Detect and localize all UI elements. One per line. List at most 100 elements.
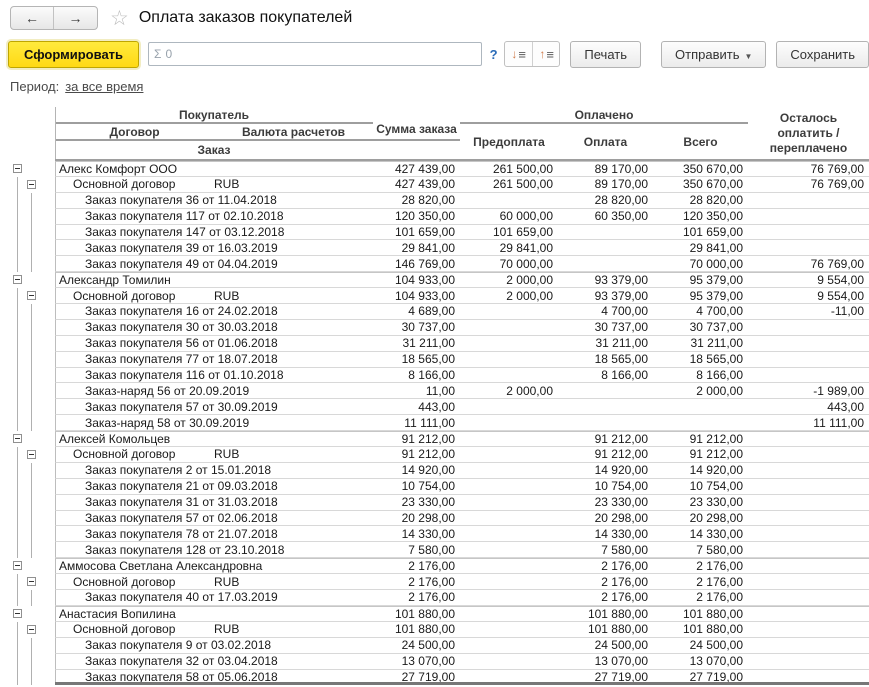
order-name-cell[interactable]: Заказ покупателя 39 от 16.03.2019: [55, 240, 373, 256]
total-paid-cell[interactable]: 7 580,00: [653, 542, 748, 558]
remaining-cell[interactable]: [748, 606, 869, 622]
order-name-cell[interactable]: Заказ покупателя 16 от 24.02.2018: [55, 304, 373, 320]
collapse-toggle-icon[interactable]: [27, 180, 36, 189]
remaining-cell[interactable]: [748, 574, 869, 590]
order-sum-cell[interactable]: 20 298,00: [373, 511, 460, 527]
remaining-cell[interactable]: [748, 368, 869, 384]
remaining-cell[interactable]: [748, 320, 869, 336]
total-paid-cell[interactable]: 28 820,00: [653, 193, 748, 209]
order-sum-cell[interactable]: 30 737,00: [373, 320, 460, 336]
remaining-cell[interactable]: [748, 590, 869, 606]
order-sum-cell[interactable]: 101 880,00: [373, 622, 460, 638]
prepayment-cell[interactable]: 60 000,00: [460, 209, 558, 225]
prepayment-cell[interactable]: [460, 193, 558, 209]
order-sum-cell[interactable]: 2 176,00: [373, 574, 460, 590]
order-sum-cell[interactable]: 28 820,00: [373, 193, 460, 209]
prepayment-cell[interactable]: [460, 590, 558, 606]
payment-cell[interactable]: 2 176,00: [558, 590, 653, 606]
period-link[interactable]: за все время: [65, 79, 143, 94]
order-sum-cell[interactable]: 443,00: [373, 399, 460, 415]
order-sum-cell[interactable]: 4 689,00: [373, 304, 460, 320]
order-name-cell[interactable]: Заказ покупателя 32 от 03.04.2018: [55, 654, 373, 670]
payment-cell[interactable]: 2 176,00: [558, 574, 653, 590]
order-sum-cell[interactable]: 11,00: [373, 383, 460, 399]
total-paid-cell[interactable]: 91 212,00: [653, 431, 748, 447]
collapse-toggle-icon[interactable]: [13, 164, 22, 173]
prepayment-cell[interactable]: [460, 479, 558, 495]
order-sum-cell[interactable]: 7 580,00: [373, 542, 460, 558]
remaining-cell[interactable]: [748, 463, 869, 479]
order-sum-cell[interactable]: 8 166,00: [373, 368, 460, 384]
remaining-cell[interactable]: 76 769,00: [748, 177, 869, 193]
order-name-cell[interactable]: Заказ-наряд 56 от 20.09.2019: [55, 383, 373, 399]
order-sum-cell[interactable]: 91 212,00: [373, 447, 460, 463]
order-sum-cell[interactable]: 11 111,00: [373, 415, 460, 431]
total-paid-cell[interactable]: 101 880,00: [653, 622, 748, 638]
total-paid-cell[interactable]: 24 500,00: [653, 638, 748, 654]
total-paid-cell[interactable]: 4 700,00: [653, 304, 748, 320]
collapse-toggle-icon[interactable]: [13, 275, 22, 284]
payment-cell[interactable]: 23 330,00: [558, 495, 653, 511]
remaining-cell[interactable]: [748, 495, 869, 511]
payment-cell[interactable]: 14 330,00: [558, 526, 653, 542]
remaining-cell[interactable]: [748, 447, 869, 463]
payment-cell[interactable]: 7 580,00: [558, 542, 653, 558]
prepayment-cell[interactable]: [460, 463, 558, 479]
total-paid-cell[interactable]: 14 920,00: [653, 463, 748, 479]
order-sum-cell[interactable]: 14 330,00: [373, 526, 460, 542]
customer-name-cell[interactable]: Алексей Комольцев: [55, 431, 373, 447]
remaining-cell[interactable]: 443,00: [748, 399, 869, 415]
order-sum-cell[interactable]: 427 439,00: [373, 177, 460, 193]
collapse-groups-button[interactable]: ↑ ≡: [532, 42, 559, 66]
remaining-cell[interactable]: [748, 542, 869, 558]
prepayment-cell[interactable]: [460, 654, 558, 670]
prepayment-cell[interactable]: [460, 415, 558, 431]
order-sum-cell[interactable]: 18 565,00: [373, 352, 460, 368]
total-paid-cell[interactable]: 2 176,00: [653, 558, 748, 574]
prepayment-cell[interactable]: [460, 399, 558, 415]
order-name-cell[interactable]: Заказ покупателя 116 от 01.10.2018: [55, 368, 373, 384]
remaining-cell[interactable]: -1 989,00: [748, 383, 869, 399]
prepayment-cell[interactable]: [460, 511, 558, 527]
collapse-toggle-icon[interactable]: [27, 450, 36, 459]
total-paid-cell[interactable]: 20 298,00: [653, 511, 748, 527]
payment-cell[interactable]: 8 166,00: [558, 368, 653, 384]
order-name-cell[interactable]: Заказ покупателя 36 от 11.04.2018: [55, 193, 373, 209]
total-paid-cell[interactable]: 95 379,00: [653, 288, 748, 304]
contract-name-cell[interactable]: Основной договорRUB: [55, 177, 373, 193]
order-sum-cell[interactable]: 14 920,00: [373, 463, 460, 479]
remaining-cell[interactable]: 76 769,00: [748, 256, 869, 272]
total-paid-cell[interactable]: 8 166,00: [653, 368, 748, 384]
payment-cell[interactable]: 24 500,00: [558, 638, 653, 654]
generate-button[interactable]: Сформировать: [8, 41, 139, 68]
order-sum-cell[interactable]: 2 176,00: [373, 590, 460, 606]
total-paid-cell[interactable]: 350 670,00: [653, 177, 748, 193]
contract-name-cell[interactable]: Основной договорRUB: [55, 288, 373, 304]
remaining-cell[interactable]: 9 554,00: [748, 288, 869, 304]
total-paid-cell[interactable]: 91 212,00: [653, 447, 748, 463]
payment-cell[interactable]: 60 350,00: [558, 209, 653, 225]
payment-cell[interactable]: [558, 240, 653, 256]
payment-cell[interactable]: 30 737,00: [558, 320, 653, 336]
payment-cell[interactable]: 91 212,00: [558, 431, 653, 447]
prepayment-cell[interactable]: [460, 622, 558, 638]
remaining-cell[interactable]: [748, 336, 869, 352]
prepayment-cell[interactable]: [460, 304, 558, 320]
payment-cell[interactable]: 18 565,00: [558, 352, 653, 368]
payment-cell[interactable]: 28 820,00: [558, 193, 653, 209]
payment-cell[interactable]: 89 170,00: [558, 177, 653, 193]
order-sum-cell[interactable]: 23 330,00: [373, 495, 460, 511]
prepayment-cell[interactable]: [460, 542, 558, 558]
order-name-cell[interactable]: Заказ покупателя 2 от 15.01.2018: [55, 463, 373, 479]
payment-cell[interactable]: [558, 256, 653, 272]
total-paid-cell[interactable]: 70 000,00: [653, 256, 748, 272]
payment-cell[interactable]: 10 754,00: [558, 479, 653, 495]
order-name-cell[interactable]: Заказ покупателя 49 от 04.04.2019: [55, 256, 373, 272]
order-sum-cell[interactable]: 2 176,00: [373, 558, 460, 574]
expand-groups-button[interactable]: ↓ ≡: [505, 42, 532, 66]
remaining-cell[interactable]: [748, 431, 869, 447]
total-paid-cell[interactable]: 2 176,00: [653, 574, 748, 590]
print-button[interactable]: Печать: [570, 41, 641, 68]
total-paid-cell[interactable]: 29 841,00: [653, 240, 748, 256]
prepayment-cell[interactable]: 261 500,00: [460, 177, 558, 193]
